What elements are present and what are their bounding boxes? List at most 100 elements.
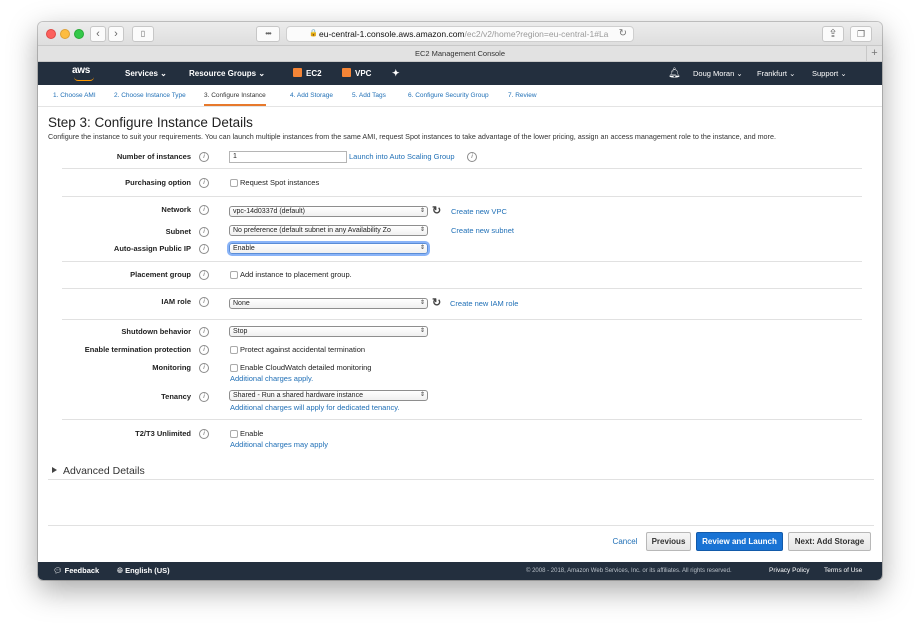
divider: [48, 525, 874, 526]
info-icon[interactable]: i: [199, 392, 209, 402]
iam-label: IAM role: [161, 297, 191, 306]
info-icon[interactable]: i: [467, 152, 477, 162]
share-icon[interactable]: ⇪: [822, 26, 844, 42]
language-button[interactable]: 🌐︎ English (US): [117, 562, 170, 580]
purchasing-label: Purchasing option: [125, 178, 191, 187]
feedback-button[interactable]: 💬︎ Feedback: [53, 562, 99, 580]
network-label: Network: [161, 205, 191, 214]
termination-checkbox-label: Protect against accidental termination: [240, 345, 366, 354]
advanced-details-toggle[interactable]: Advanced Details: [52, 465, 145, 477]
step-review[interactable]: 7. Review: [508, 85, 537, 106]
unlimited-checkbox[interactable]: [230, 430, 238, 438]
spot-checkbox[interactable]: [230, 179, 238, 187]
tenancy-charges-link[interactable]: Additional charges will apply for dedica…: [230, 403, 400, 412]
info-icon[interactable]: i: [199, 244, 209, 254]
pin-icon[interactable]: ✦: [392, 62, 400, 85]
info-icon[interactable]: i: [199, 327, 209, 337]
divider: [48, 479, 874, 480]
create-vpc-link[interactable]: Create new VPC: [451, 207, 507, 216]
tenancy-select[interactable]: Shared - Run a shared hardware instance ⇕: [229, 390, 428, 401]
info-icon[interactable]: i: [199, 178, 209, 188]
subnet-select[interactable]: No preference (default subnet in any Ava…: [229, 225, 428, 236]
reload-icon[interactable]: ↻: [619, 27, 627, 41]
info-icon[interactable]: i: [199, 270, 209, 280]
step-security-group[interactable]: 6. Configure Security Group: [408, 85, 489, 106]
iam-select[interactable]: None ⇕: [229, 298, 428, 309]
copyright-text: © 2008 - 2018, Amazon Web Services, Inc.…: [526, 568, 732, 574]
monitoring-charges-link[interactable]: Additional charges apply.: [230, 374, 313, 383]
step-add-tags[interactable]: 5. Add Tags: [352, 85, 386, 106]
monitoring-checkbox-label: Enable CloudWatch detailed monitoring: [240, 363, 372, 372]
num-instances-input[interactable]: 1: [229, 151, 347, 163]
top-sites-icon[interactable]: •••: [256, 26, 280, 42]
divider: [62, 196, 862, 197]
termination-label: Enable termination protection: [84, 345, 191, 354]
termination-checkbox[interactable]: [230, 346, 238, 354]
tab-title[interactable]: EC2 Management Console: [415, 49, 505, 58]
chevron-updown-icon: ⇕: [419, 300, 425, 306]
refresh-icon[interactable]: ↻: [432, 206, 441, 217]
create-subnet-link[interactable]: Create new subnet: [451, 226, 514, 235]
tenancy-label: Tenancy: [161, 392, 191, 401]
chat-icon: 💬︎: [53, 566, 63, 575]
divider: [62, 168, 862, 169]
info-icon[interactable]: i: [199, 345, 209, 355]
forward-icon[interactable]: ›: [108, 26, 124, 42]
public-ip-label: Auto-assign Public IP: [113, 244, 191, 253]
refresh-icon[interactable]: ↻: [432, 298, 441, 309]
info-icon[interactable]: i: [199, 205, 209, 215]
region-menu[interactable]: Frankfurt ⌄: [757, 62, 795, 85]
minimize-window-button[interactable]: [60, 29, 70, 39]
url-text: eu-central-1.console.aws.amazon.com/ec2/…: [319, 29, 609, 39]
terms-link[interactable]: Terms of Use: [824, 562, 862, 580]
lock-icon: 🔒: [309, 30, 318, 37]
step-instance-type[interactable]: 2. Choose Instance Type: [114, 85, 186, 106]
step-configure-instance[interactable]: 3. Configure Instance: [204, 85, 266, 106]
vpc-shortcut[interactable]: VPC: [342, 62, 371, 85]
info-icon[interactable]: i: [199, 297, 209, 307]
privacy-policy-link[interactable]: Privacy Policy: [769, 562, 809, 580]
browser-toolbar: ‹ › ▯ ••• 🔒 eu-central-1.console.aws.ama…: [38, 22, 882, 46]
aws-logo[interactable]: aws: [72, 65, 96, 81]
info-icon[interactable]: i: [199, 227, 209, 237]
close-window-button[interactable]: [46, 29, 56, 39]
new-tab-icon[interactable]: +: [866, 46, 882, 61]
back-icon[interactable]: ‹: [90, 26, 106, 42]
network-select[interactable]: vpc-14d0337d (default) ⇕: [229, 206, 428, 217]
divider: [62, 261, 862, 262]
tabs-overview-icon[interactable]: ❐: [850, 26, 872, 42]
next-button[interactable]: Next: Add Storage: [788, 532, 871, 551]
previous-button[interactable]: Previous: [646, 532, 691, 551]
monitoring-label: Monitoring: [152, 363, 191, 372]
review-and-launch-button[interactable]: Review and Launch: [696, 532, 783, 551]
info-icon[interactable]: i: [199, 429, 209, 439]
tab-bar: EC2 Management Console +: [38, 46, 882, 62]
step-choose-ami[interactable]: 1. Choose AMI: [53, 85, 96, 106]
sidebar-icon[interactable]: ▯: [132, 26, 154, 42]
zoom-window-button[interactable]: [74, 29, 84, 39]
create-iam-role-link[interactable]: Create new IAM role: [450, 299, 518, 308]
page-title: Step 3: Configure Instance Details: [48, 115, 253, 130]
placement-checkbox[interactable]: [230, 271, 238, 279]
chevron-updown-icon: ⇕: [419, 328, 425, 334]
caret-right-icon: [52, 467, 57, 473]
user-menu[interactable]: Doug Moran ⌄: [693, 62, 743, 85]
public-ip-select[interactable]: Enable ⇕: [229, 243, 428, 254]
chevron-updown-icon: ⇕: [419, 245, 425, 251]
address-bar[interactable]: 🔒 eu-central-1.console.aws.amazon.com/ec…: [286, 26, 634, 42]
shutdown-select[interactable]: Stop ⇕: [229, 326, 428, 337]
unlimited-charges-link[interactable]: Additional charges may apply: [230, 440, 328, 449]
support-menu[interactable]: Support ⌄: [812, 62, 847, 85]
ec2-shortcut[interactable]: EC2: [293, 62, 322, 85]
services-menu[interactable]: Services ⌄: [125, 62, 167, 85]
placement-label: Placement group: [130, 270, 191, 279]
placement-checkbox-label: Add instance to placement group.: [240, 270, 352, 279]
info-icon[interactable]: i: [199, 363, 209, 373]
auto-scaling-link[interactable]: Launch into Auto Scaling Group: [349, 152, 455, 161]
resource-groups-menu[interactable]: Resource Groups ⌄: [189, 62, 265, 85]
step-add-storage[interactable]: 4. Add Storage: [290, 85, 333, 106]
monitoring-checkbox[interactable]: [230, 364, 238, 372]
cancel-button[interactable]: Cancel: [608, 532, 642, 551]
info-icon[interactable]: i: [199, 152, 209, 162]
bell-icon[interactable]: 🔔︎: [668, 62, 681, 85]
